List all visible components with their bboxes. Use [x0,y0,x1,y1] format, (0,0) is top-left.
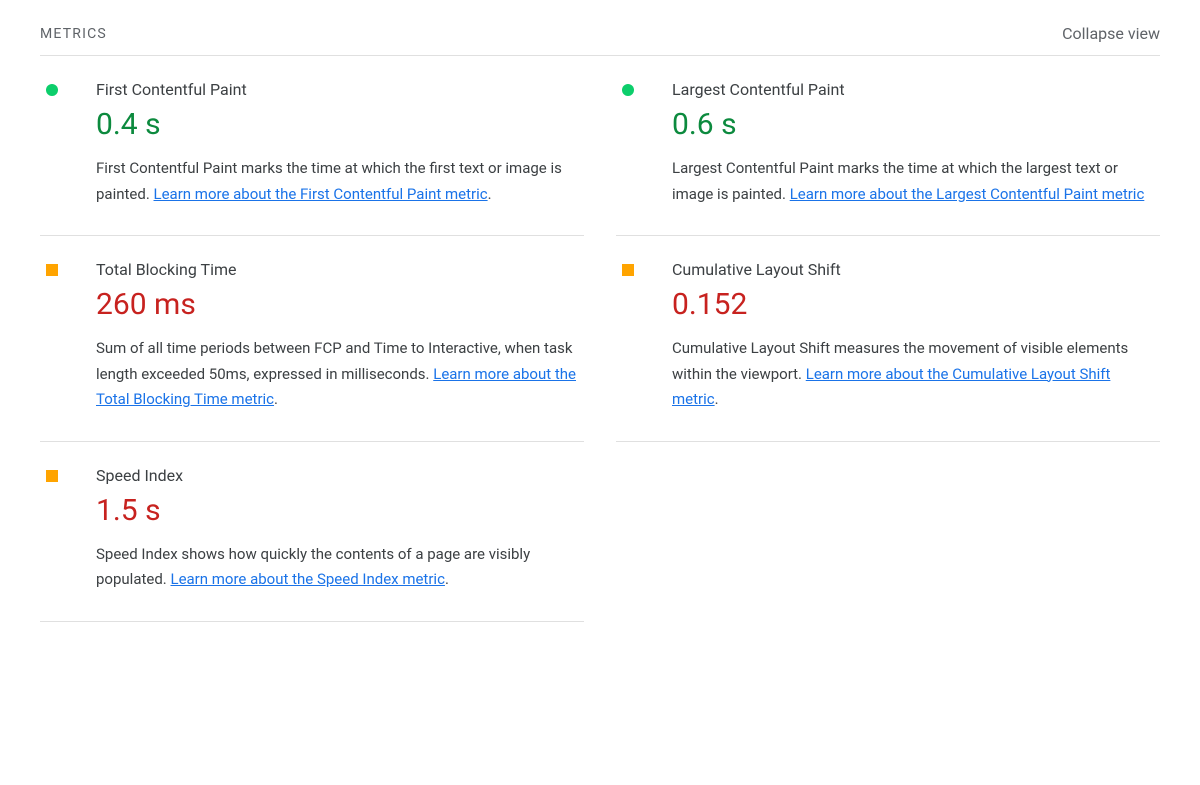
section-title: METRICS [40,26,107,42]
metric-description: Speed Index shows how quickly the conten… [96,542,584,593]
status-col [616,260,672,413]
metric-value: 1.5 s [96,493,584,528]
status-col [616,80,672,207]
metric-value: 0.6 s [672,107,1160,142]
metric-body: Total Blocking Time 260 ms Sum of all ti… [96,260,584,413]
metric-title: Cumulative Layout Shift [672,260,1160,279]
learn-more-link[interactable]: Learn more about the First Contentful Pa… [154,185,488,203]
metric-title: Speed Index [96,466,584,485]
metric-description: Sum of all time periods between FCP and … [96,336,584,413]
collapse-view-link[interactable]: Collapse view [1062,24,1160,43]
metric-first-contentful-paint: First Contentful Paint 0.4 s First Conte… [40,56,584,236]
status-good-icon [622,84,634,96]
desc-post: . [715,390,719,408]
status-col [40,260,96,413]
status-col [40,80,96,207]
metric-value: 260 ms [96,287,584,322]
metric-total-blocking-time: Total Blocking Time 260 ms Sum of all ti… [40,236,584,442]
desc-post: . [274,390,278,408]
metrics-grid: First Contentful Paint 0.4 s First Conte… [40,56,1160,622]
status-average-icon [46,470,58,482]
learn-more-link[interactable]: Learn more about the Largest Contentful … [790,185,1145,203]
metric-cumulative-layout-shift: Cumulative Layout Shift 0.152 Cumulative… [616,236,1160,442]
status-good-icon [46,84,58,96]
metric-title: Largest Contentful Paint [672,80,1160,99]
learn-more-link[interactable]: Learn more about the Speed Index metric [170,570,444,588]
metric-value: 0.4 s [96,107,584,142]
metrics-header: METRICS Collapse view [40,24,1160,56]
metric-body: First Contentful Paint 0.4 s First Conte… [96,80,584,207]
metric-value: 0.152 [672,287,1160,322]
status-average-icon [622,264,634,276]
metric-title: Total Blocking Time [96,260,584,279]
metric-body: Speed Index 1.5 s Speed Index shows how … [96,466,584,593]
metric-title: First Contentful Paint [96,80,584,99]
status-col [40,466,96,593]
metric-speed-index: Speed Index 1.5 s Speed Index shows how … [40,442,584,622]
metric-description: First Contentful Paint marks the time at… [96,156,584,207]
status-average-icon [46,264,58,276]
metric-body: Cumulative Layout Shift 0.152 Cumulative… [672,260,1160,413]
metric-description: Largest Contentful Paint marks the time … [672,156,1160,207]
metric-body: Largest Contentful Paint 0.6 s Largest C… [672,80,1160,207]
metric-largest-contentful-paint: Largest Contentful Paint 0.6 s Largest C… [616,56,1160,236]
desc-post: . [488,185,492,203]
desc-post: . [445,570,449,588]
metric-description: Cumulative Layout Shift measures the mov… [672,336,1160,413]
